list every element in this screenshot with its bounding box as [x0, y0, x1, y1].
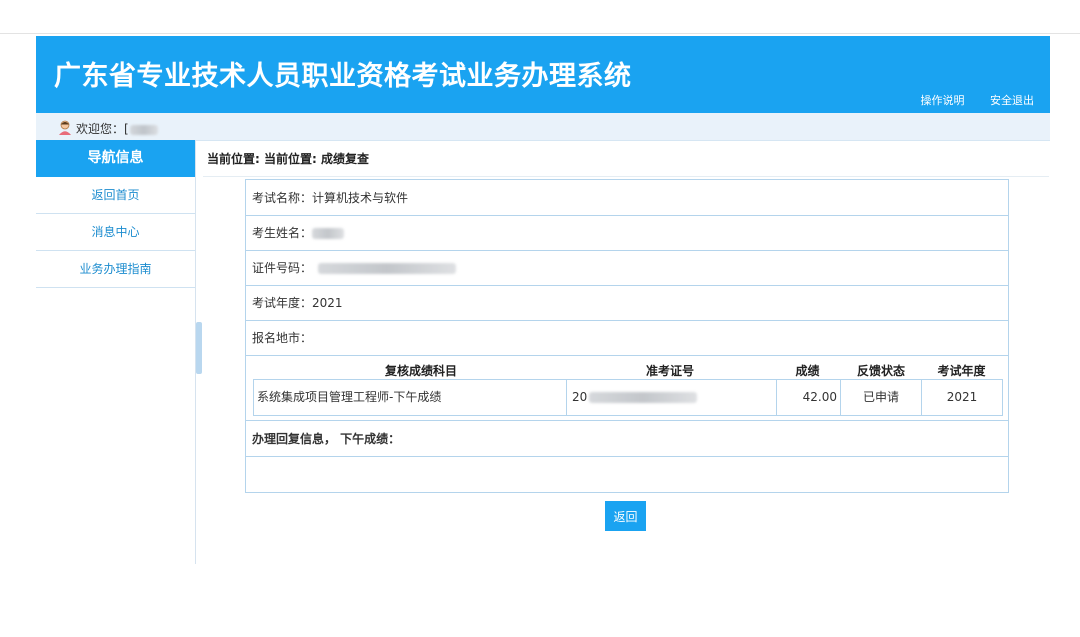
sidebar-item-messages[interactable]: 消息中心 [36, 214, 195, 251]
header-score: 成绩 [795, 364, 820, 378]
cell-subject: 系统集成项目管理工程师-下午成绩 [257, 390, 442, 404]
breadcrumb-divider [203, 176, 1049, 177]
redacted-username [129, 124, 158, 135]
cell-admission-ticket: 20 [572, 380, 772, 415]
breadcrumb: 当前位置: 当前位置: 成绩复查 [207, 152, 369, 166]
detail-row-exam-name: 考试名称：计算机技术与软件 [246, 180, 1008, 216]
candidate-name-label: 考生姓名： [252, 224, 345, 241]
exam-year: 考试年度：2021 [252, 296, 343, 310]
sidebar: 导航信息 返回首页 消息中心 业务办理指南 [36, 140, 196, 564]
logout-link[interactable]: 安全退出 [990, 94, 1034, 107]
cell-exam-year: 2021 [946, 390, 978, 404]
header-subject: 复核成绩科目 [384, 364, 457, 378]
exam-name: 考试名称：计算机技术与软件 [252, 191, 409, 205]
reply-info-content [246, 456, 1008, 491]
id-number-label: 证件号码： [252, 259, 457, 276]
header-links: 操作说明 安全退出 [899, 92, 1035, 108]
app-frame: 广东省专业技术人员职业资格考试业务办理系统 操作说明 安全退出 欢迎您：[ 导航… [36, 36, 1050, 564]
sidebar-item-home[interactable]: 返回首页 [36, 177, 195, 214]
review-table-header: 复核成绩科目 准考证号 成绩 反馈状态 考试年度 [246, 358, 1008, 380]
detail-row-city: 报名地市： [246, 320, 1008, 356]
redacted-id-number [318, 263, 457, 274]
welcome-label: 欢迎您：[ [76, 122, 129, 136]
redacted-admission-ticket [589, 392, 698, 403]
welcome-bar: 欢迎您：[ [36, 113, 1050, 141]
header-feedback-status: 反馈状态 [856, 364, 905, 378]
reply-info-row: 办理回复信息， 下午成绩： [246, 420, 1008, 457]
sidebar-collapse-handle[interactable] [196, 322, 202, 374]
sidebar-title: 导航信息 [36, 140, 195, 177]
header-admission-ticket: 准考证号 [645, 364, 694, 378]
reply-info-label: 办理回复信息， 下午成绩： [252, 432, 401, 446]
cell-feedback-status: 已申请 [862, 390, 899, 404]
review-details-panel: 考试名称：计算机技术与软件 考生姓名： 证件号码： 考试年度：2021 报名地市… [245, 179, 1009, 493]
cell-score: 42.00 [802, 390, 837, 404]
welcome-text: 欢迎您：[ [76, 120, 158, 137]
registration-city: 报名地市： [252, 331, 313, 345]
table-row: 系统集成项目管理工程师-下午成绩 20 42.00 已申请 2021 [253, 379, 1003, 416]
detail-row-id-number: 证件号码： [246, 250, 1008, 286]
help-link[interactable]: 操作说明 [921, 94, 965, 107]
redacted-name [312, 228, 345, 239]
app-title: 广东省专业技术人员职业资格考试业务办理系统 [54, 61, 632, 92]
app-header: 广东省专业技术人员职业资格考试业务办理系统 操作说明 安全退出 [36, 36, 1050, 113]
top-divider [0, 33, 1080, 34]
detail-row-candidate-name: 考生姓名： [246, 215, 1008, 251]
sidebar-item-guide[interactable]: 业务办理指南 [36, 251, 195, 288]
back-button[interactable]: 返回 [605, 501, 646, 531]
user-avatar-icon [59, 120, 71, 135]
detail-row-exam-year: 考试年度：2021 [246, 285, 1008, 321]
header-exam-year: 考试年度 [937, 364, 986, 378]
